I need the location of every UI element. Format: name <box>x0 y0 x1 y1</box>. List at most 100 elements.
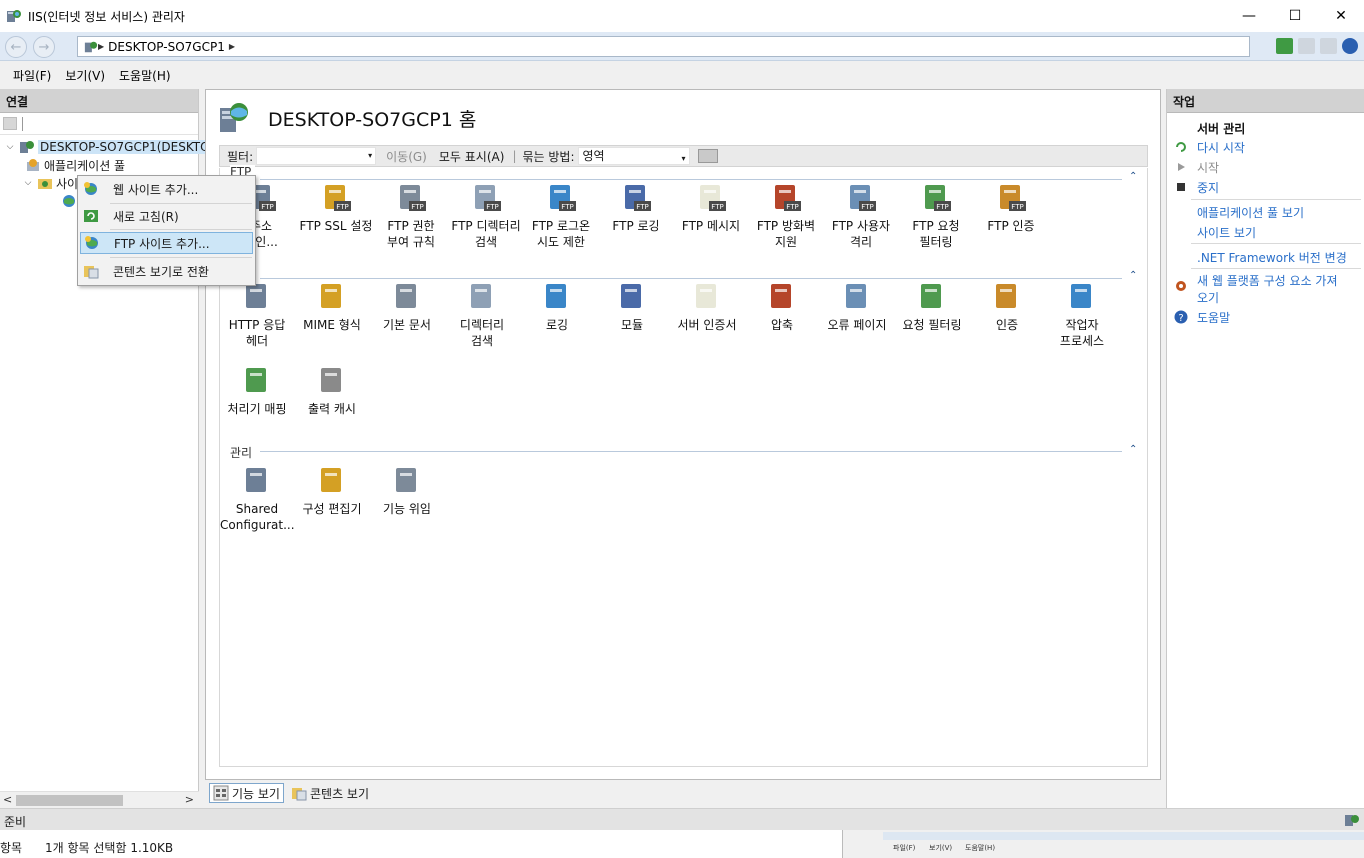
collapse-icon[interactable]: ⌃ <box>1129 444 1137 455</box>
iis-feature-1[interactable]: MIME 형식 <box>295 281 369 333</box>
iis-feature-13[interactable]: 출력 캐시 <box>295 365 369 417</box>
filter-label: 필터: <box>227 149 254 164</box>
ftp-feature-label: FTP 요청 <box>912 219 960 233</box>
maximize-button[interactable]: ☐ <box>1272 0 1318 32</box>
filter-input[interactable]: ▾ <box>256 147 377 165</box>
connect-icon[interactable] <box>3 117 17 130</box>
iis-feature-9[interactable]: 요청 필터링 <box>895 281 969 333</box>
action-get-platform-components[interactable]: 새 웹 플랫폼 구성 요소 가져 오기 <box>1197 272 1338 306</box>
iis-feature-11[interactable]: 작업자 프로세스 <box>1045 281 1119 349</box>
ctx-switch-content-view[interactable]: 콘텐츠 보기로 전환 <box>80 260 253 282</box>
management-feature-1[interactable]: 구성 편집기 <box>295 465 369 517</box>
action-stop[interactable]: 중지 <box>1197 179 1219 196</box>
iis-feature-12[interactable]: 처리기 매핑 <box>220 365 294 417</box>
iis-feature-4[interactable]: 로깅 <box>520 281 594 333</box>
action-view-sites[interactable]: 사이트 보기 <box>1197 224 1256 241</box>
action-restart[interactable]: 다시 시작 <box>1197 139 1245 156</box>
management-feature-2[interactable]: 기능 위임 <box>370 465 444 517</box>
ftp-feature-9[interactable]: FTP FTP 요청 필터링 <box>899 182 973 250</box>
iis-feature-label: 서버 인증서 <box>677 318 737 332</box>
iis-feature-6[interactable]: 서버 인증서 <box>670 281 744 333</box>
tree-node-server[interactable]: ⌵ DESKTOP-SO7GCP1(DESKTO <box>4 138 212 156</box>
ftp-feature-1[interactable]: FTP FTP SSL 설정 <box>299 182 373 234</box>
action-view-app-pools[interactable]: 애플리케이션 풀 보기 <box>1197 204 1304 221</box>
collapse-icon[interactable]: ⌃ <box>1129 171 1137 182</box>
tree-node-sites[interactable]: ⌵ 사이 <box>22 174 79 192</box>
action-change-net-version[interactable]: .NET Framework 버전 변경 <box>1197 249 1347 266</box>
ftp-feature-8[interactable]: FTP FTP 사용자 격리 <box>824 182 898 250</box>
close-button[interactable]: ✕ <box>1318 0 1364 32</box>
forward-button[interactable]: → <box>33 36 55 58</box>
dropdown-icon[interactable]: ▾ <box>368 151 372 160</box>
breadcrumb-server[interactable]: DESKTOP-SO7GCP1 <box>108 40 225 54</box>
menu-view[interactable]: 보기(V) <box>58 67 112 84</box>
tab-features-view[interactable]: 기능 보기 <box>209 783 284 803</box>
menu-help[interactable]: 도움말(H) <box>112 67 178 84</box>
menu-file[interactable]: 파일(F) <box>6 67 58 84</box>
iis-feature-icon <box>246 368 266 392</box>
scrollbar-thumb[interactable] <box>16 795 123 806</box>
ftp-feature-4[interactable]: FTP FTP 로그온 시도 제한 <box>524 182 598 250</box>
tab-content-view[interactable]: 콘텐츠 보기 <box>288 783 372 803</box>
home-pane: DESKTOP-SO7GCP1 홈 필터: ▾ 이동(G) 모두 표시(A) |… <box>205 89 1161 780</box>
collapse-icon[interactable]: ⌃ <box>1129 270 1137 281</box>
ftp-feature-10[interactable]: FTP FTP 인증 <box>974 182 1048 234</box>
features-area: FTP ⌃ ⌃ 관리 ⌃ FTP 주소 메인... FTP FTP SSL 설정 FTP F… <box>219 165 1148 767</box>
action-start[interactable]: 시작 <box>1197 159 1219 176</box>
scroll-left-icon[interactable]: < <box>3 793 12 806</box>
breadcrumb-separator[interactable]: ▶ <box>229 42 235 51</box>
action-separator <box>1191 243 1361 244</box>
management-feature-0[interactable]: Shared Configurat... <box>220 465 295 533</box>
ctx-add-website-label: 웹 사이트 추가... <box>113 182 199 197</box>
background-window-bar <box>883 832 1364 840</box>
iis-feature-8[interactable]: 오류 페이지 <box>820 281 894 333</box>
address-field[interactable]: ▶ DESKTOP-SO7GCP1 ▶ <box>77 36 1250 57</box>
ctx-add-ftp-site[interactable]: FTP 사이트 추가... <box>80 232 253 254</box>
breadcrumb-separator: ▶ <box>98 42 105 51</box>
toolbar-separator <box>22 117 23 131</box>
horizontal-scrollbar[interactable]: < > <box>0 791 199 808</box>
iis-feature-3[interactable]: 디렉터리 검색 <box>445 281 519 349</box>
action-separator <box>1191 268 1361 269</box>
view-mode-icon[interactable] <box>697 149 718 163</box>
stop-icon[interactable] <box>1298 38 1315 54</box>
ftp-feature-label-line2: 지원 <box>774 235 798 249</box>
action-help[interactable]: 도움말 <box>1197 309 1230 326</box>
ctx-separator <box>110 203 252 204</box>
iis-feature-0[interactable]: HTTP 응답 헤더 <box>220 281 294 349</box>
go-button[interactable]: 이동(G) <box>386 148 427 165</box>
ftp-feature-5[interactable]: FTP FTP 로깅 <box>599 182 673 234</box>
ctx-refresh-label: 새로 고침(R) <box>113 209 179 224</box>
group-by-select[interactable]: 영역 ▾ <box>577 147 690 167</box>
help-icon[interactable] <box>1342 38 1358 54</box>
ftp-feature-6[interactable]: FTP FTP 메시지 <box>674 182 748 234</box>
ftp-feature-2[interactable]: FTP FTP 권한 부여 규칙 <box>374 182 448 250</box>
scroll-right-icon[interactable]: > <box>185 793 194 806</box>
minimize-button[interactable]: — <box>1226 0 1272 32</box>
iis-feature-icon <box>321 368 341 392</box>
tree-node-app-pools[interactable]: 애플리케이션 풀 <box>22 156 125 174</box>
iis-feature-5[interactable]: 모듈 <box>595 281 669 333</box>
dropdown-icon[interactable]: ▾ <box>682 151 686 167</box>
refresh-icon[interactable] <box>1276 38 1293 54</box>
ctx-refresh[interactable]: 새로 고침(R) <box>80 205 253 227</box>
action-get-platform-line2: 오기 <box>1197 291 1220 305</box>
ctx-add-website[interactable]: 웹 사이트 추가... <box>80 178 253 200</box>
iis-feature-7[interactable]: 압축 <box>745 281 819 333</box>
iis-feature-label: MIME 형식 <box>303 318 361 332</box>
expand-icon[interactable]: ⌵ <box>22 178 34 188</box>
ftp-feature-3[interactable]: FTP FTP 디렉터리 검색 <box>449 182 523 250</box>
back-button[interactable]: ← <box>5 36 27 58</box>
mini-menu-view: 보기(V) <box>929 844 953 852</box>
iis-feature-2[interactable]: 기본 문서 <box>370 281 444 333</box>
home-icon[interactable] <box>1320 38 1337 54</box>
iis-feature-icon <box>696 284 716 308</box>
iis-feature-label-line2: 헤더 <box>245 334 269 348</box>
ftp-feature-7[interactable]: FTP FTP 방화벽 지원 <box>749 182 823 250</box>
connections-header: 연결 <box>0 89 198 113</box>
show-all-button[interactable]: 모두 표시(A) <box>439 148 505 165</box>
iis-feature-10[interactable]: 인증 <box>970 281 1044 333</box>
expand-icon[interactable]: ⌵ <box>4 142 16 152</box>
tab-content-view-label: 콘텐츠 보기 <box>309 786 369 801</box>
action-separator <box>1191 199 1361 200</box>
